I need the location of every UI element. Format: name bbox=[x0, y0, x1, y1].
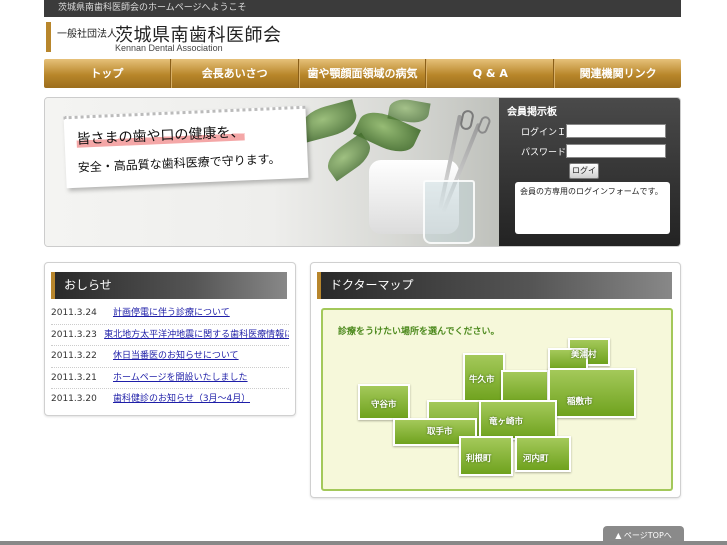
hero-image: 皆さまの歯や口の健康を、 安全・高品質な歯科医療で守ります。 bbox=[45, 98, 499, 246]
news-link[interactable]: 計画停電に伴う診療について bbox=[113, 303, 230, 324]
member-login-box: 会員掲示板 ログインＩＤ パスワード ログイン 会員の方専用のログインフォームで… bbox=[499, 98, 680, 246]
welcome-text: 茨城県南歯科医師会のホームページへようこそ bbox=[58, 3, 247, 13]
news-date: 2011.3.21 bbox=[51, 372, 97, 383]
toothbrush-head-illustration bbox=[459, 108, 475, 132]
hero-banner: 皆さまの歯や口の健康を、 安全・高品質な歯科医療で守ります。 会員掲示板 ログイ… bbox=[44, 97, 681, 247]
news-list: 2011.3.24 計画停電に伴う診療について 2011.3.23 東北地方太平… bbox=[51, 303, 289, 411]
news-link[interactable]: ホームページを開設いたしました bbox=[113, 368, 248, 389]
list-item: 2011.3.23 東北地方太平洋沖地震に関する歯科医療情報について bbox=[51, 325, 289, 346]
list-item: 2011.3.24 計画停電に伴う診療について bbox=[51, 303, 289, 325]
global-nav: トップ 会長あいさつ 歯や顎顔面領域の病気 Q & A 関連機関リンク bbox=[44, 59, 681, 88]
org-type-label: 一般社団法人 bbox=[57, 29, 117, 40]
region-inashiki[interactable] bbox=[548, 368, 636, 418]
news-title: おしらせ bbox=[51, 272, 287, 299]
region-map: 診療をうけたい場所を選んでください。 美浦村 牛久市 稲敷市 守谷市 取手市 竜… bbox=[321, 308, 673, 491]
list-item: 2011.3.20 歯科健診のお知らせ（3月～4月） bbox=[51, 389, 289, 411]
top-bar: 茨城県南歯科医師会のホームページへようこそ bbox=[44, 0, 681, 17]
login-id-input[interactable] bbox=[566, 124, 666, 138]
doctor-map-title: ドクターマップ bbox=[317, 272, 672, 299]
nav-item-top[interactable]: トップ bbox=[44, 59, 171, 88]
hero-message-line2: 安全・高品質な歯科医療で守ります。 bbox=[77, 151, 281, 175]
news-link[interactable]: 歯科健診のお知らせ（3月～4月） bbox=[113, 389, 250, 411]
password-input[interactable] bbox=[566, 144, 666, 158]
list-item: 2011.3.21 ホームページを開設いたしました bbox=[51, 368, 289, 389]
doctor-map-panel: ドクターマップ 診療をうけたい場所を選んでください。 美浦村 牛久市 稲敷市 守… bbox=[310, 262, 681, 498]
region-label-inashiki: 稲敷市 bbox=[567, 397, 593, 407]
region-label-moriya: 守谷市 bbox=[371, 400, 397, 410]
region-label-tone: 利根町 bbox=[466, 454, 492, 464]
nav-item-qa[interactable]: Q & A bbox=[426, 59, 555, 88]
password-label: パスワード bbox=[521, 148, 567, 158]
news-link[interactable]: 休日当番医のお知らせについて bbox=[113, 346, 239, 367]
region-label-miho: 美浦村 bbox=[571, 350, 597, 360]
region-label-toride: 取手市 bbox=[427, 427, 453, 437]
login-note: 会員の方専用のログインフォームです。 bbox=[515, 182, 670, 234]
footer-bar bbox=[0, 541, 727, 545]
map-caption: 診療をうけたい場所を選んでください。 bbox=[338, 327, 500, 337]
nav-item-diseases[interactable]: 歯や顎顔面領域の病気 bbox=[298, 59, 427, 88]
region-label-kawachi: 河内町 bbox=[523, 454, 549, 464]
region-label-ushiku: 牛久市 bbox=[469, 375, 495, 385]
site-title-en: Kennan Dental Association bbox=[115, 43, 223, 53]
nav-item-links[interactable]: 関連機関リンク bbox=[554, 59, 681, 88]
logo-accent-bar bbox=[46, 22, 51, 52]
leaf-illustration bbox=[298, 99, 360, 143]
caret-up-icon: ▲ bbox=[615, 531, 624, 540]
news-date: 2011.3.23 bbox=[51, 329, 97, 340]
region-label-ryugasaki: 竜ヶ崎市 bbox=[489, 417, 524, 427]
news-panel: おしらせ 2011.3.24 計画停電に伴う診療について 2011.3.23 東… bbox=[44, 262, 296, 416]
list-item: 2011.3.22 休日当番医のお知らせについて bbox=[51, 346, 289, 368]
message-card: 皆さまの歯や口の健康を、 安全・高品質な歯科医療で守ります。 bbox=[63, 105, 309, 189]
news-link[interactable]: 東北地方太平洋沖地震に関する歯科医療情報について bbox=[104, 325, 289, 346]
news-date: 2011.3.22 bbox=[51, 351, 97, 361]
glass-illustration bbox=[423, 180, 475, 244]
news-date: 2011.3.24 bbox=[51, 308, 97, 318]
page-top-label: ページTOPへ bbox=[623, 531, 672, 540]
login-button[interactable]: ログイン bbox=[569, 163, 599, 189]
mirror-head-illustration bbox=[475, 114, 493, 136]
hero-message-line1: 皆さまの歯や口の健康を、 bbox=[76, 124, 245, 148]
nav-item-greeting[interactable]: 会長あいさつ bbox=[170, 59, 299, 88]
login-title: 会員掲示板 bbox=[507, 107, 557, 118]
news-date: 2011.3.20 bbox=[51, 394, 97, 404]
